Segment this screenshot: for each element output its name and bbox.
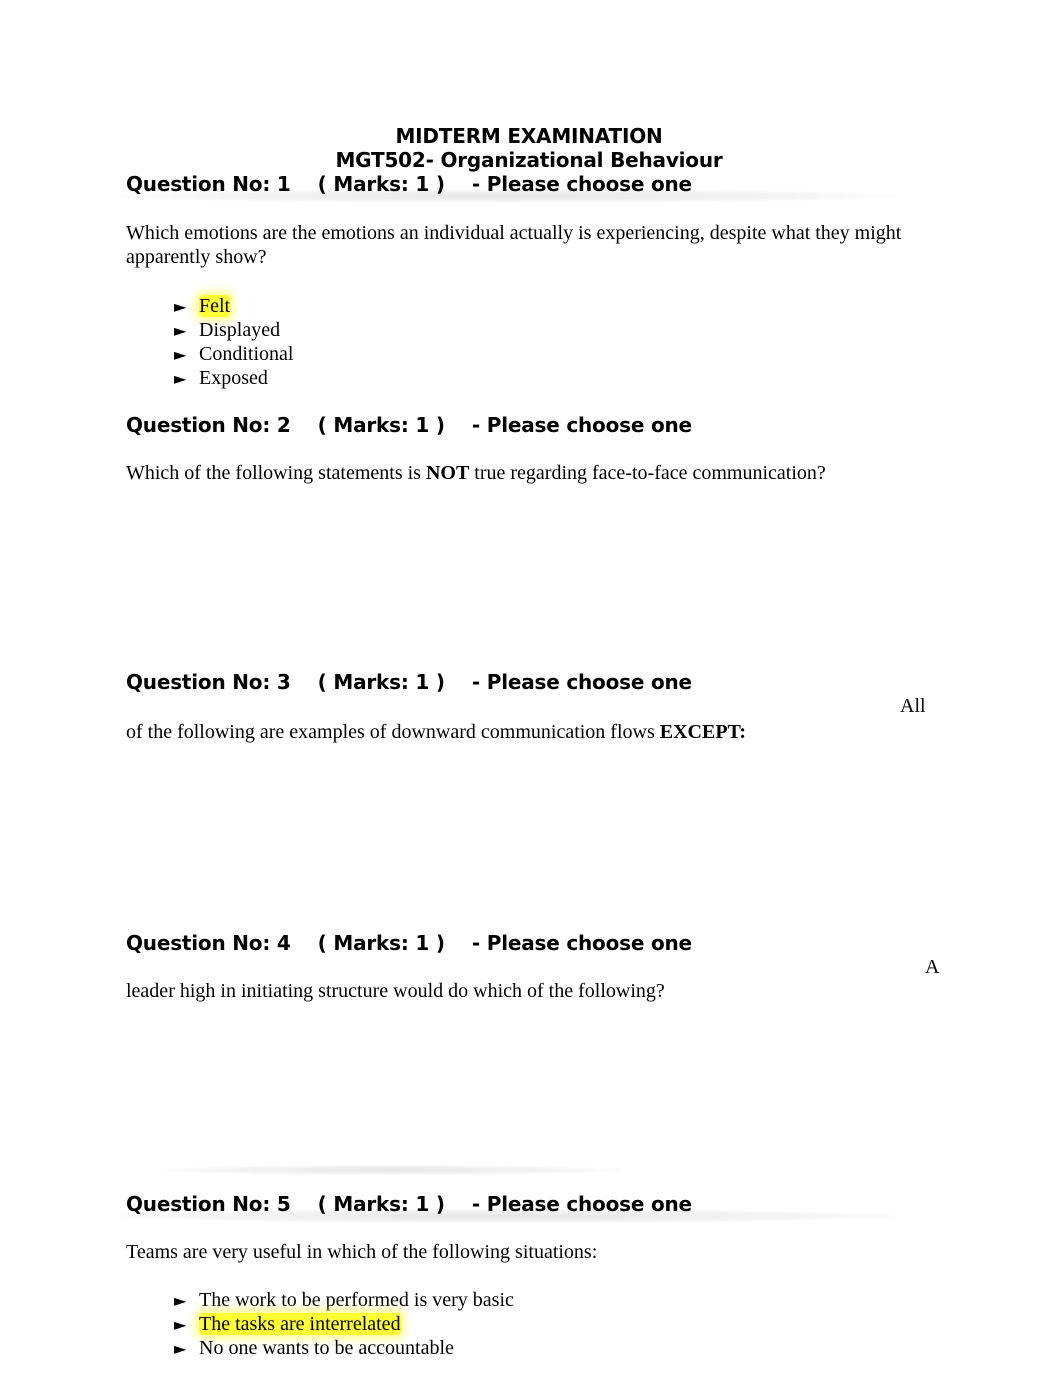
option[interactable]: ► Conditional [174,342,293,366]
bullet-icon: ► [174,1339,187,1358]
option-label: Conditional [199,343,294,365]
question-4-text: leader high in initiating structure woul… [126,980,665,1002]
question-1-heading: Question No: 1 ( Marks: 1 ) - Please cho… [126,172,692,196]
course-title: MGT502- Organizational Behaviour [335,148,723,172]
question-3-heading: Question No: 3 ( Marks: 1 ) - Please cho… [126,670,692,694]
option[interactable]: ► Exposed [174,366,293,390]
option[interactable]: ► The tasks are interrelated [174,1312,514,1336]
question-2-text-after: true regarding face-to-face communicatio… [469,462,826,484]
option[interactable]: ► Displayed [174,318,293,342]
option[interactable]: ► Felt [174,294,293,318]
question-3-floating-word: All [900,695,926,717]
question-3-text: of the following are examples of downwar… [126,720,956,744]
bullet-icon: ► [174,321,187,340]
question-3-emphasis: EXCEPT: [659,721,747,743]
option-label: Displayed [199,319,281,341]
question-1-options: ► Felt ► Displayed ► Conditional ► Exposed [174,294,293,390]
option-label: The work to be performed is very basic [199,1289,514,1311]
option[interactable]: ► No one wants to be accountable [174,1336,514,1360]
question-2-heading: Question No: 2 ( Marks: 1 ) - Please cho… [126,413,692,437]
exam-title: MIDTERM EXAMINATION [395,124,663,148]
question-2-text-before: Which of the following statements is [126,462,426,484]
bullet-icon: ► [174,297,187,316]
question-4-floating-word: A [925,956,940,978]
bullet-icon: ► [174,1315,187,1334]
question-5-heading: Question No: 5 ( Marks: 1 ) - Please cho… [126,1192,692,1216]
option-label: The tasks are interrelated [199,1313,401,1335]
bullet-icon: ► [174,1291,187,1310]
option-label: No one wants to be accountable [199,1337,454,1359]
question-5-text: Teams are very useful in which of the fo… [126,1241,598,1263]
bullet-icon: ► [174,345,187,364]
question-4-heading: Question No: 4 ( Marks: 1 ) - Please cho… [126,931,692,955]
separator-shadow [160,1165,620,1175]
question-2-emphasis: NOT [425,462,470,484]
question-3-text-before: of the following are examples of downwar… [126,721,660,743]
question-1-text: Which emotions are the emotions an indiv… [126,222,902,268]
option-label: Exposed [199,367,268,389]
option-label: Felt [199,295,231,317]
option[interactable]: ► The work to be performed is very basic [174,1288,514,1312]
question-5-options: ► The work to be performed is very basic … [174,1288,514,1360]
bullet-icon: ► [174,369,187,388]
question-2-text: Which of the following statements is NOT… [126,461,956,485]
